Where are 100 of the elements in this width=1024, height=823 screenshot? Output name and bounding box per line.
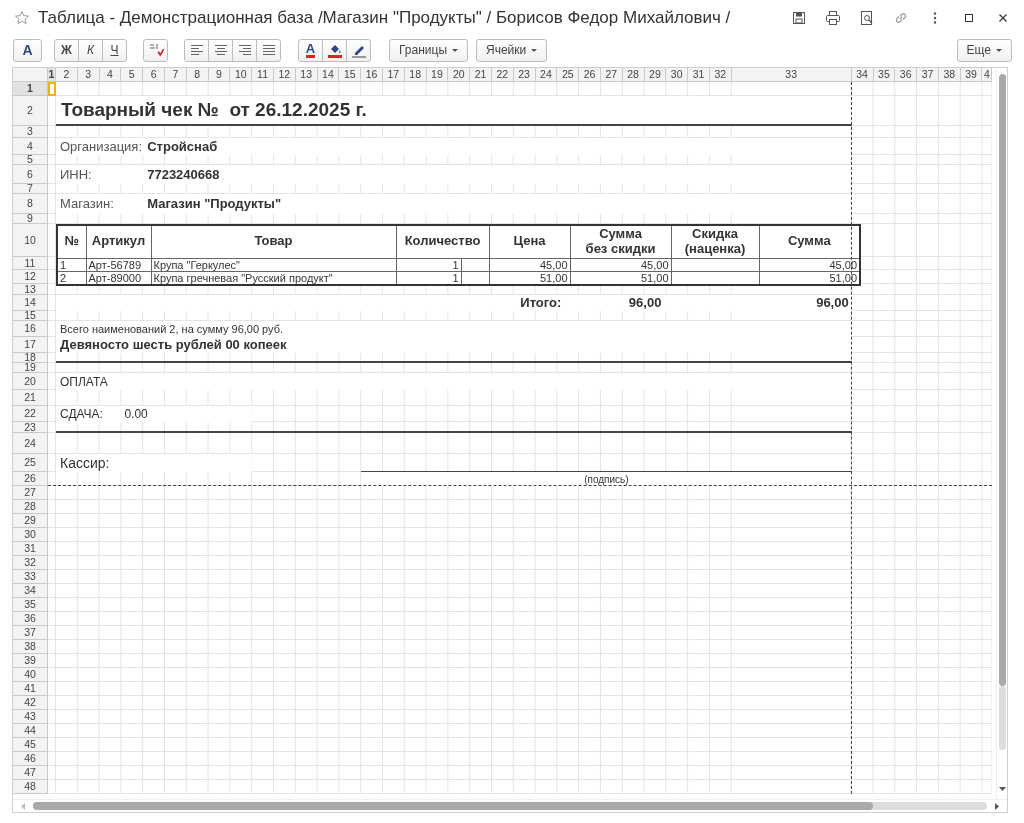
row-header[interactable]: 24 xyxy=(13,433,48,454)
row-header[interactable]: 23 xyxy=(13,422,48,433)
column-header[interactable]: 31 xyxy=(688,68,710,82)
row-header[interactable]: 3 xyxy=(13,126,48,138)
bold-button[interactable]: Ж xyxy=(54,38,79,62)
row-header[interactable]: 42 xyxy=(13,696,48,710)
dropdown-button[interactable]: Границы xyxy=(389,38,468,62)
save-icon[interactable] xyxy=(791,10,807,26)
row-header[interactable]: 29 xyxy=(13,514,48,528)
row-header[interactable]: 43 xyxy=(13,710,48,724)
row-header[interactable]: 25 xyxy=(13,454,48,472)
underline-button[interactable]: Ч xyxy=(102,38,127,62)
row-header[interactable]: 38 xyxy=(13,640,48,654)
column-header[interactable]: 12 xyxy=(273,68,296,82)
column-header[interactable]: 4 xyxy=(99,68,122,82)
column-header[interactable]: 3 xyxy=(77,68,100,82)
scroll-right-icon[interactable] xyxy=(995,802,999,810)
column-header[interactable]: 11 xyxy=(252,68,274,82)
column-header[interactable]: 6 xyxy=(143,68,165,82)
row-header[interactable]: 45 xyxy=(13,738,48,752)
column-header[interactable]: 9 xyxy=(208,68,231,82)
column-header[interactable]: 17 xyxy=(382,68,405,82)
row-header[interactable]: 18 xyxy=(13,353,48,363)
scroll-down-icon[interactable] xyxy=(999,787,1006,791)
column-header[interactable]: 13 xyxy=(295,68,318,82)
row-header[interactable]: 1 xyxy=(13,82,48,96)
row-header[interactable]: 4 xyxy=(13,138,48,155)
row-header[interactable]: 30 xyxy=(13,528,48,542)
column-header[interactable]: 34 xyxy=(851,68,874,82)
spellcheck-button[interactable] xyxy=(143,38,168,62)
column-header[interactable]: 32 xyxy=(709,68,732,82)
link-icon[interactable] xyxy=(893,10,909,26)
row-header[interactable]: 36 xyxy=(13,612,48,626)
column-header[interactable]: 27 xyxy=(600,68,623,82)
row-header[interactable]: 7 xyxy=(13,184,48,194)
row-header[interactable]: 37 xyxy=(13,626,48,640)
row-header[interactable]: 5 xyxy=(13,155,48,165)
dropdown-button[interactable]: Ячейки xyxy=(476,38,548,62)
column-header[interactable]: 26 xyxy=(579,68,601,82)
row-header[interactable]: 34 xyxy=(13,584,48,598)
italic-button[interactable]: К xyxy=(78,38,103,62)
row-header[interactable]: 33 xyxy=(13,570,48,584)
row-header[interactable]: 21 xyxy=(13,390,48,406)
column-header[interactable]: 21 xyxy=(470,68,492,82)
column-header[interactable]: 19 xyxy=(426,68,449,82)
align-left-button[interactable] xyxy=(184,38,209,62)
row-header[interactable]: 32 xyxy=(13,556,48,570)
column-header[interactable]: 15 xyxy=(339,68,362,82)
column-header[interactable]: 8 xyxy=(186,68,209,82)
row-header[interactable]: 20 xyxy=(13,373,48,390)
row-header[interactable]: 9 xyxy=(13,214,48,224)
column-header[interactable]: 16 xyxy=(361,68,383,82)
row-header[interactable]: 2 xyxy=(13,96,48,126)
row-header[interactable]: 16 xyxy=(13,321,48,337)
star-icon[interactable] xyxy=(14,10,30,26)
row-header[interactable]: 39 xyxy=(13,654,48,668)
justify-button[interactable] xyxy=(256,38,281,62)
column-header[interactable]: 39 xyxy=(960,68,983,82)
row-header[interactable]: 46 xyxy=(13,752,48,766)
column-header[interactable]: 7 xyxy=(165,68,187,82)
column-header[interactable]: 37 xyxy=(917,68,939,82)
column-header[interactable]: 38 xyxy=(938,68,961,82)
fill-color-button[interactable] xyxy=(322,38,347,62)
column-header[interactable]: 18 xyxy=(404,68,427,82)
row-header[interactable]: 40 xyxy=(13,668,48,682)
scrollbar-thumb[interactable] xyxy=(999,74,1006,686)
row-header[interactable]: 12 xyxy=(13,270,48,284)
column-header[interactable]: 24 xyxy=(535,68,558,82)
column-header[interactable]: 33 xyxy=(731,68,852,82)
column-header[interactable]: 22 xyxy=(491,68,514,82)
row-header[interactable]: 13 xyxy=(13,284,48,295)
row-header[interactable]: 26 xyxy=(13,472,48,486)
row-header[interactable]: 11 xyxy=(13,257,48,270)
more-button[interactable]: Еще xyxy=(956,38,1012,62)
row-header[interactable]: 41 xyxy=(13,682,48,696)
column-header[interactable]: 20 xyxy=(448,68,471,82)
column-header[interactable]: 4 xyxy=(982,68,993,82)
font-button[interactable]: A xyxy=(13,38,42,62)
column-header[interactable]: 2 xyxy=(56,68,78,82)
highlight-button[interactable] xyxy=(346,38,371,62)
row-header[interactable]: 17 xyxy=(13,337,48,353)
row-header[interactable]: 10 xyxy=(13,224,48,257)
column-header[interactable]: 23 xyxy=(513,68,536,82)
column-header[interactable]: 30 xyxy=(666,68,689,82)
column-header[interactable]: 36 xyxy=(895,68,918,82)
row-header[interactable]: 14 xyxy=(13,295,48,311)
row-header[interactable]: 47 xyxy=(13,766,48,780)
column-header[interactable]: 10 xyxy=(230,68,253,82)
column-header[interactable]: 5 xyxy=(121,68,144,82)
row-header[interactable]: 35 xyxy=(13,598,48,612)
column-header[interactable]: 35 xyxy=(873,68,896,82)
print-icon[interactable] xyxy=(825,10,841,26)
text-color-button[interactable]: A xyxy=(298,38,323,62)
column-header[interactable]: 29 xyxy=(644,68,667,82)
row-header[interactable]: 48 xyxy=(13,780,48,794)
align-right-button[interactable] xyxy=(232,38,257,62)
row-header[interactable]: 28 xyxy=(13,500,48,514)
scrollbar-thumb[interactable] xyxy=(33,802,873,810)
preview-icon[interactable] xyxy=(859,10,875,26)
row-header[interactable]: 44 xyxy=(13,724,48,738)
